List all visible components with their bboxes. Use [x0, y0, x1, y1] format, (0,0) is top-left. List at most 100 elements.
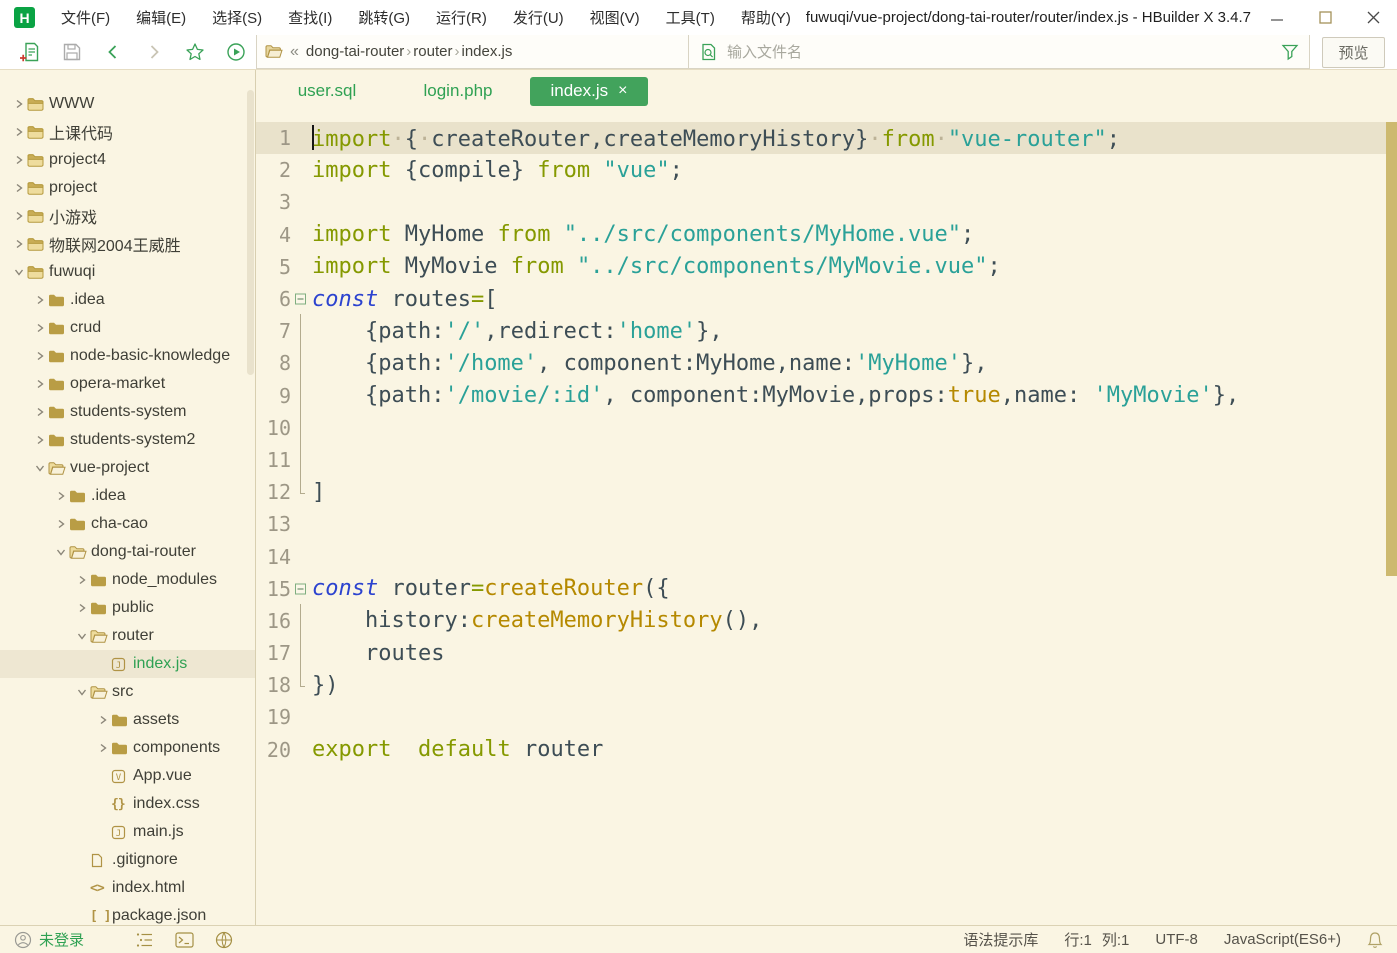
- tree-item-fuwuqi[interactable]: fuwuqi: [0, 258, 255, 286]
- code-line-19[interactable]: 19: [256, 701, 1397, 733]
- tree-chevron[interactable]: [94, 714, 111, 726]
- tab-user.sql[interactable]: user.sql: [268, 77, 386, 106]
- tree-item-.idea[interactable]: .idea: [0, 482, 255, 510]
- breadcrumb[interactable]: « dong-tai-router › router › index.js: [256, 35, 689, 69]
- tree-item-project[interactable]: project: [0, 174, 255, 202]
- menu-item-4[interactable]: 跳转(G): [345, 0, 423, 35]
- editor-scrollbar[interactable]: [1386, 122, 1397, 576]
- tree-chevron[interactable]: [73, 574, 90, 586]
- tree-chevron[interactable]: [31, 434, 48, 446]
- menu-item-6[interactable]: 发行(U): [500, 0, 577, 35]
- tree-item--[interactable]: 上课代码: [0, 118, 255, 146]
- tree-item-main.js[interactable]: Jmain.js: [0, 818, 255, 846]
- cursor-position[interactable]: 行:1 列:1: [1064, 929, 1129, 950]
- code-line-7[interactable]: 7 {path:'/',redirect:'home'},: [256, 314, 1397, 349]
- tree-item-students-system[interactable]: students-system: [0, 398, 255, 426]
- tree-item-App.vue[interactable]: V App.vue: [0, 762, 255, 790]
- code-line-4[interactable]: 4 import MyHome from "../src/components/M…: [256, 219, 1397, 251]
- menu-item-2[interactable]: 选择(S): [199, 0, 275, 35]
- breadcrumb-collapse[interactable]: «: [290, 43, 299, 61]
- tree-item-.gitignore[interactable]: .gitignore: [0, 846, 255, 874]
- tree-chevron[interactable]: [73, 602, 90, 614]
- tree-item-src[interactable]: src: [0, 678, 255, 706]
- code-line-18[interactable]: 18}): [256, 668, 1397, 701]
- fold-toggle-icon[interactable]: [295, 583, 306, 595]
- login-status[interactable]: 未登录: [14, 929, 84, 950]
- tree-item-vue-project[interactable]: vue-project: [0, 454, 255, 482]
- menu-item-1[interactable]: 编辑(E): [123, 0, 199, 35]
- tree-chevron[interactable]: [10, 182, 27, 194]
- tree-chevron[interactable]: [31, 378, 48, 390]
- preview-button[interactable]: 预览: [1322, 36, 1385, 68]
- file-search-box[interactable]: 输入文件名: [689, 35, 1310, 69]
- code-line-14[interactable]: 14: [256, 540, 1397, 572]
- code-line-13[interactable]: 13: [256, 508, 1397, 540]
- tree-item-package.json[interactable]: [ ] package.json: [0, 902, 255, 925]
- syntax-lib-label[interactable]: 语法提示库: [963, 929, 1038, 950]
- code-line-9[interactable]: 9 {path:'/movie/:id', component:MyMovie,…: [256, 378, 1397, 413]
- fold-toggle[interactable]: [291, 573, 312, 605]
- tree-chevron[interactable]: [52, 518, 69, 530]
- fold-toggle-icon[interactable]: [295, 293, 306, 305]
- tree-item-.idea[interactable]: .idea: [0, 286, 255, 314]
- tree-chevron[interactable]: [10, 210, 27, 222]
- sidebar-scrollbar[interactable]: [247, 90, 254, 375]
- breadcrumb-item-2[interactable]: index.js: [461, 43, 512, 60]
- tree-chevron[interactable]: [31, 294, 48, 306]
- tree-item-components[interactable]: components: [0, 734, 255, 762]
- code-editor[interactable]: 1 import·{·createRouter,createMemoryHisto…: [256, 112, 1397, 925]
- tree-chevron[interactable]: [73, 686, 90, 698]
- tree-item-cha-cao[interactable]: cha-cao: [0, 510, 255, 538]
- tree-chevron[interactable]: [10, 154, 27, 166]
- tree-item-students-system2[interactable]: students-system2: [0, 426, 255, 454]
- new-file-button[interactable]: [10, 37, 51, 67]
- maximize-button[interactable]: [1301, 0, 1349, 35]
- tree-item-node_modules[interactable]: node_modules: [0, 566, 255, 594]
- tree-item-opera-market[interactable]: opera-market: [0, 370, 255, 398]
- back-button[interactable]: [92, 37, 133, 67]
- tree-chevron[interactable]: [52, 546, 69, 558]
- tree-chevron[interactable]: [10, 266, 27, 278]
- tree-chevron[interactable]: [10, 98, 27, 110]
- code-line-16[interactable]: 16 history:createMemoryHistory(),: [256, 603, 1397, 639]
- code-line-11[interactable]: 11: [256, 442, 1397, 478]
- tree-item-WWW[interactable]: WWW: [0, 90, 255, 118]
- forward-button[interactable]: [133, 37, 174, 67]
- close-button[interactable]: [1349, 0, 1397, 35]
- code-line-20[interactable]: 20 export default router: [256, 734, 1397, 766]
- tree-item-public[interactable]: public: [0, 594, 255, 622]
- tree-item-index.css[interactable]: {} index.css: [0, 790, 255, 818]
- tree-chevron[interactable]: [10, 126, 27, 138]
- breadcrumb-item-0[interactable]: dong-tai-router: [306, 43, 404, 60]
- save-button[interactable]: [51, 37, 92, 67]
- outline-icon[interactable]: [136, 932, 154, 948]
- code-line-17[interactable]: 17 routes: [256, 635, 1397, 671]
- fold-toggle[interactable]: [291, 283, 312, 315]
- tab-login.php[interactable]: login.php: [399, 77, 517, 106]
- code-line-15[interactable]: 15 const router=createRouter({: [256, 573, 1397, 605]
- code-line-5[interactable]: 5 import MyMovie from "../src/components/…: [256, 251, 1397, 283]
- breadcrumb-item-1[interactable]: router: [413, 43, 452, 60]
- menu-item-0[interactable]: 文件(F): [48, 0, 123, 35]
- code-line-10[interactable]: 10: [256, 410, 1397, 446]
- menu-item-5[interactable]: 运行(R): [423, 0, 500, 35]
- tree-item-index.js[interactable]: Jindex.js: [0, 650, 255, 678]
- tab-index.js[interactable]: index.js ×: [530, 76, 648, 106]
- code-line-2[interactable]: 2 import {compile} from "vue";: [256, 154, 1397, 186]
- language-indicator[interactable]: JavaScript(ES6+): [1224, 931, 1341, 948]
- tree-chevron[interactable]: [10, 238, 27, 250]
- menu-item-3[interactable]: 查找(I): [275, 0, 345, 35]
- file-search-input[interactable]: 输入文件名: [727, 41, 1273, 62]
- code-line-8[interactable]: 8 {path:'/home', component:MyHome,name:'…: [256, 346, 1397, 381]
- tree-item-dong-tai-router[interactable]: dong-tai-router: [0, 538, 255, 566]
- menu-item-9[interactable]: 帮助(Y): [728, 0, 804, 35]
- tree-chevron[interactable]: [94, 742, 111, 754]
- menu-item-7[interactable]: 视图(V): [577, 0, 653, 35]
- minimize-button[interactable]: [1253, 0, 1301, 35]
- terminal-icon[interactable]: [175, 931, 194, 948]
- code-line-1[interactable]: 1 import·{·createRouter,createMemoryHisto…: [256, 122, 1397, 155]
- notification-bell-icon[interactable]: [1367, 931, 1383, 949]
- tree-chevron[interactable]: [52, 490, 69, 502]
- code-line-3[interactable]: 3: [256, 186, 1397, 218]
- tree-item--[interactable]: 小游戏: [0, 202, 255, 230]
